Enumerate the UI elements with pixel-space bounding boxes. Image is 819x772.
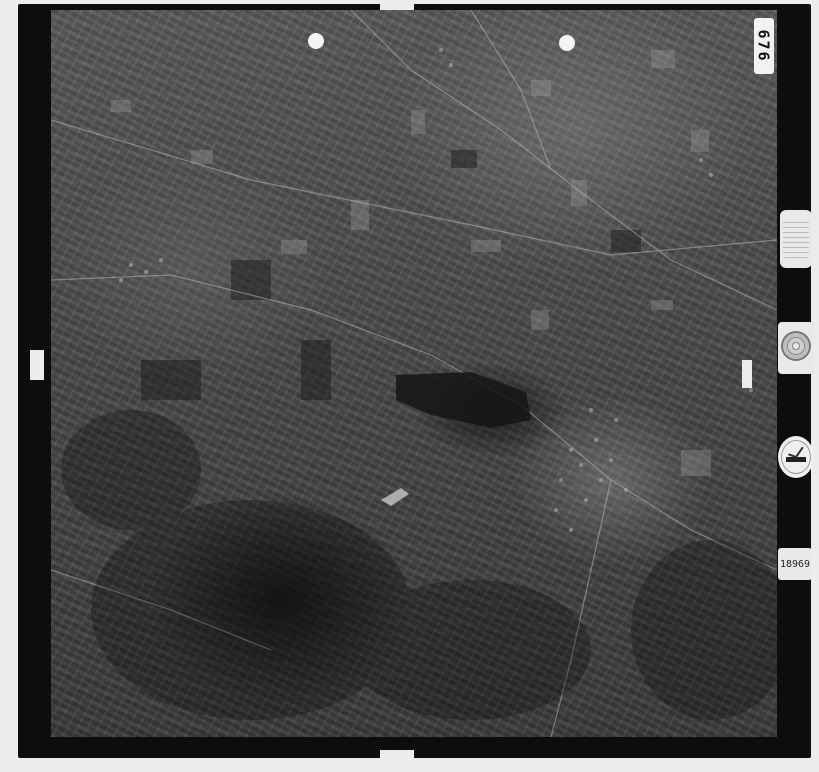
clock-icon xyxy=(778,436,814,478)
level-dial xyxy=(781,331,811,361)
aerial-photo xyxy=(51,10,777,737)
terrain-overlay xyxy=(51,10,777,737)
frame-number: 676 xyxy=(754,18,774,74)
lake xyxy=(396,372,531,428)
film-frame: 676 xyxy=(18,4,811,758)
registration-hole-left xyxy=(308,33,324,49)
quarry xyxy=(381,488,409,506)
dark-fields xyxy=(141,150,641,400)
level-bubble-icon xyxy=(778,322,814,374)
fiducial-bottom xyxy=(380,750,414,758)
town xyxy=(119,48,753,532)
fields xyxy=(111,50,711,476)
counter-window xyxy=(786,457,806,462)
fiducial-left xyxy=(30,350,44,380)
altimeter-icon xyxy=(780,210,812,268)
data-label-card: 18969 xyxy=(778,548,812,580)
hills xyxy=(61,410,777,720)
fiducial-top xyxy=(380,4,414,10)
frame-number-text: 676 xyxy=(755,29,773,63)
fiducial-right xyxy=(742,360,752,388)
label-card-line1: 18969 xyxy=(779,558,811,570)
registration-hole-right xyxy=(559,35,575,51)
